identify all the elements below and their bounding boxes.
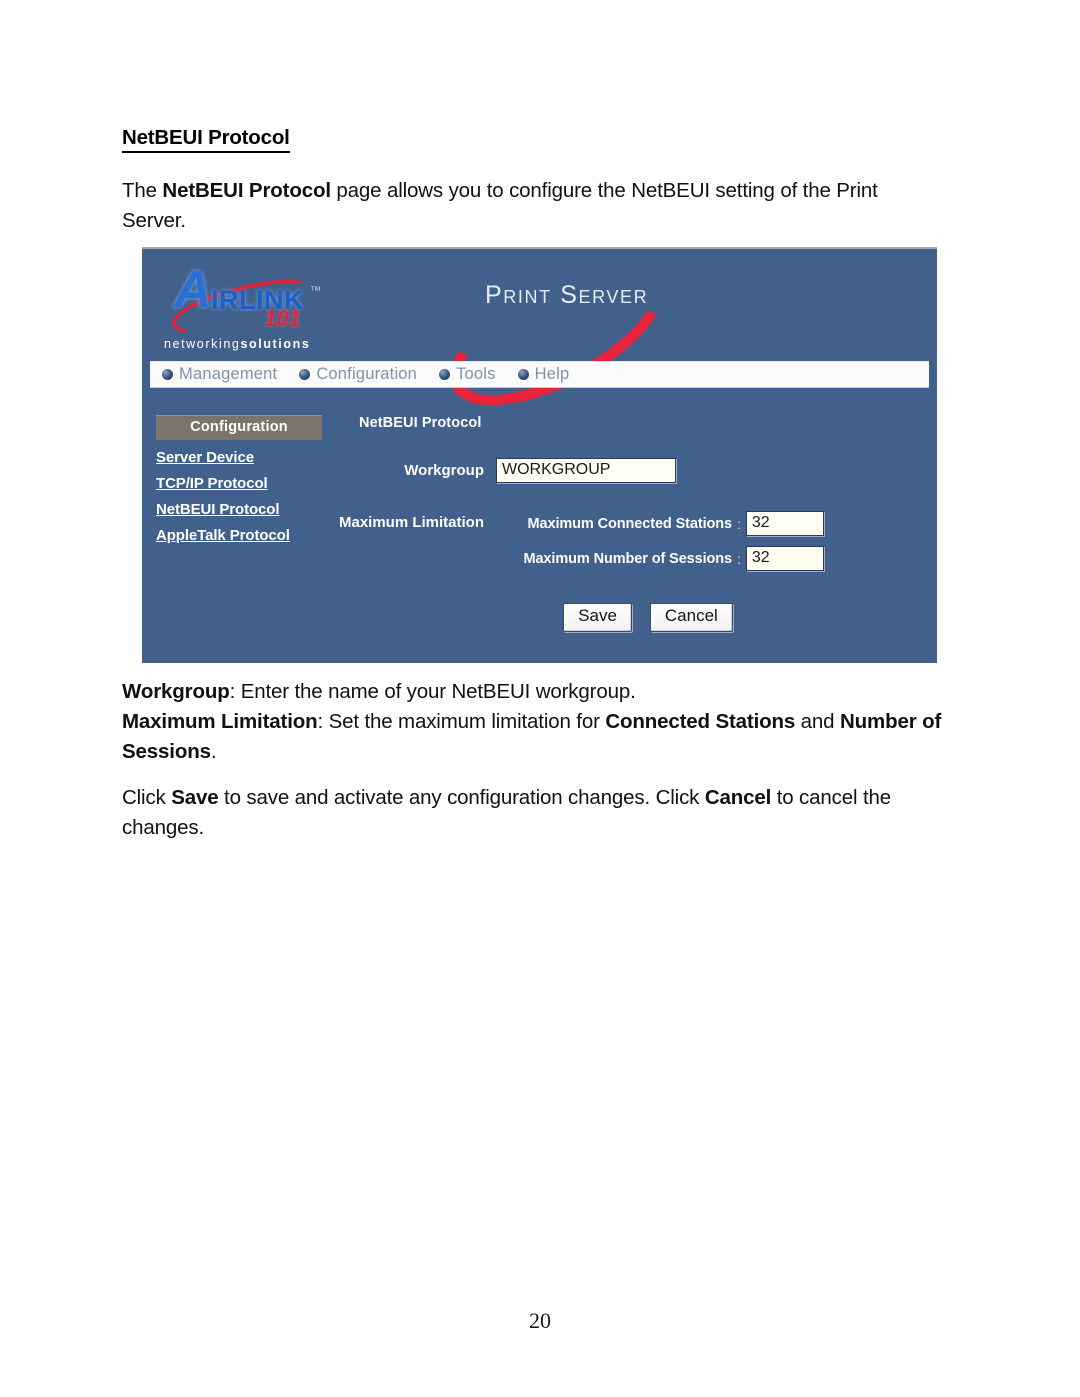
top-navigation-bar: Management Configuration Tools Help xyxy=(150,361,929,388)
product-title-block: Print Server xyxy=(428,249,697,435)
sidebar-item-tcpip-protocol[interactable]: TCP/IP Protocol xyxy=(156,475,322,492)
max-connected-stations-input[interactable] xyxy=(745,511,824,536)
sidebar: Configuration Server Device TCP/IP Proto… xyxy=(156,415,322,544)
print-server-ui-screenshot: A IRLINK ™ 101 networkingsolutions Print… xyxy=(142,247,937,663)
sidebar-item-netbeui-protocol[interactable]: NetBEUI Protocol xyxy=(156,501,322,518)
desc-limitation-mid: : Set the maximum limitation for xyxy=(317,710,606,733)
logo-tagline: networkingsolutions xyxy=(164,337,310,351)
sphere-bullet-icon xyxy=(299,369,311,380)
product-title: Print Server xyxy=(485,281,649,309)
action-cancel-bold: Cancel xyxy=(704,786,772,809)
max-number-of-sessions-label: Maximum Number of Sessions xyxy=(523,550,732,567)
nav-item-help[interactable]: Help xyxy=(517,365,570,384)
action-text-2: to save and activate any configuration c… xyxy=(218,786,705,809)
field-description-paragraph: Workgroup: Enter the name of your NetBEU… xyxy=(122,677,942,767)
desc-workgroup-bold: Workgroup xyxy=(122,680,230,703)
action-text-1: Click xyxy=(122,786,172,809)
logo-letter-a: A xyxy=(174,261,212,319)
nav-item-configuration[interactable]: Configuration xyxy=(299,365,417,384)
separator-colon: : xyxy=(737,550,741,567)
workgroup-input[interactable] xyxy=(496,458,676,483)
tagline-thin: networking xyxy=(164,337,241,351)
nav-label-tools: Tools xyxy=(456,365,496,383)
maximum-limitation-label: Maximum Limitation xyxy=(338,514,484,531)
intro-text-bold: NetBEUI Protocol xyxy=(162,179,331,202)
tagline-bold: solutions xyxy=(240,337,311,351)
page-number: 20 xyxy=(529,1308,551,1333)
nav-item-management[interactable]: Management xyxy=(162,365,277,384)
limit-row-number-of-sessions: Maximum Number of Sessions : xyxy=(496,546,928,571)
nav-label-management: Management xyxy=(179,365,278,383)
cancel-button[interactable]: Cancel xyxy=(649,603,733,632)
action-paragraph: Click Save to save and activate any conf… xyxy=(122,783,947,843)
main-content: NetBEUI Protocol Workgroup Maximum Limit… xyxy=(338,415,928,632)
nav-label-configuration: Configuration xyxy=(316,365,418,383)
sphere-bullet-icon xyxy=(162,369,173,380)
ui-body: Configuration Server Device TCP/IP Proto… xyxy=(142,390,937,663)
desc-period: . xyxy=(210,740,217,763)
sphere-bullet-icon xyxy=(517,369,529,380)
nav-label-help: Help xyxy=(534,365,570,383)
page-title: NetBEUI Protocol xyxy=(122,126,290,153)
max-number-of-sessions-input[interactable] xyxy=(745,546,824,571)
workgroup-field-row: Workgroup xyxy=(338,458,928,483)
save-button[interactable]: Save xyxy=(563,603,632,632)
logo-mark: A IRLINK ™ 101 xyxy=(164,261,354,346)
limit-row-connected-stations: Maximum Connected Stations : xyxy=(496,511,928,536)
document-page: NetBEUI Protocol The NetBEUI Protocol pa… xyxy=(0,0,1080,1397)
logo-101: 101 xyxy=(264,306,301,331)
intro-paragraph: The NetBEUI Protocol page allows you to … xyxy=(122,176,937,236)
airlink-logo: A IRLINK ™ 101 networkingsolutions xyxy=(164,262,364,354)
sidebar-header: Configuration xyxy=(156,415,322,440)
max-connected-stations-label: Maximum Connected Stations xyxy=(527,515,733,532)
desc-connected-stations-bold: Connected Stations xyxy=(605,710,796,733)
workgroup-label: Workgroup xyxy=(404,462,484,479)
desc-limitation-bold: Maximum Limitation xyxy=(122,710,318,733)
separator-colon: : xyxy=(737,515,741,532)
desc-workgroup-rest: : Enter the name of your NetBEUI workgro… xyxy=(229,680,636,703)
form-title: NetBEUI Protocol xyxy=(359,415,482,431)
form-buttons: Save Cancel xyxy=(338,603,928,632)
action-save-bold: Save xyxy=(171,786,219,809)
limit-fields: Maximum Connected Stations : Maximum Num… xyxy=(496,511,928,581)
intro-text-before: The xyxy=(122,179,163,202)
sidebar-item-server-device[interactable]: Server Device xyxy=(156,449,322,466)
sidebar-item-appletalk-protocol[interactable]: AppleTalk Protocol xyxy=(156,527,322,544)
trademark-icon: ™ xyxy=(310,285,321,297)
maximum-limitation-block: Maximum Limitation Maximum Connected Sta… xyxy=(338,511,928,581)
nav-item-tools[interactable]: Tools xyxy=(439,365,496,384)
desc-and: and xyxy=(795,710,840,733)
sphere-bullet-icon xyxy=(439,369,451,380)
ui-header-band: A IRLINK ™ 101 networkingsolutions Print… xyxy=(142,249,937,435)
